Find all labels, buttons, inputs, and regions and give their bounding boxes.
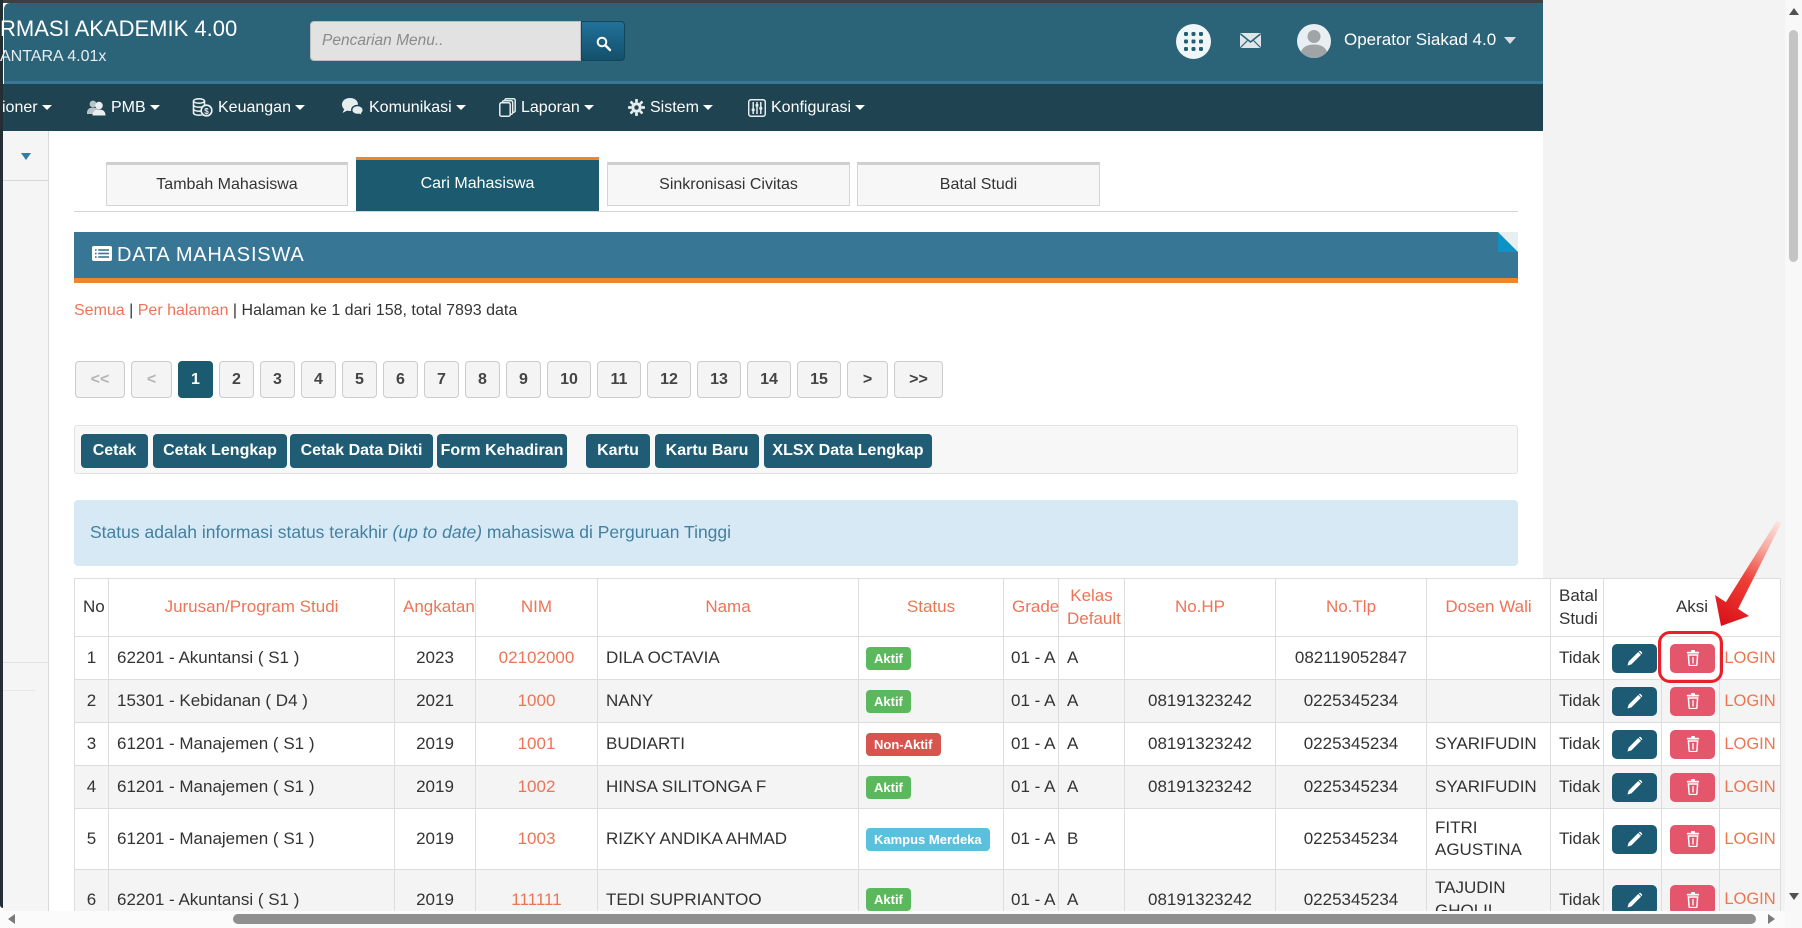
- svg-text:$: $: [204, 107, 209, 116]
